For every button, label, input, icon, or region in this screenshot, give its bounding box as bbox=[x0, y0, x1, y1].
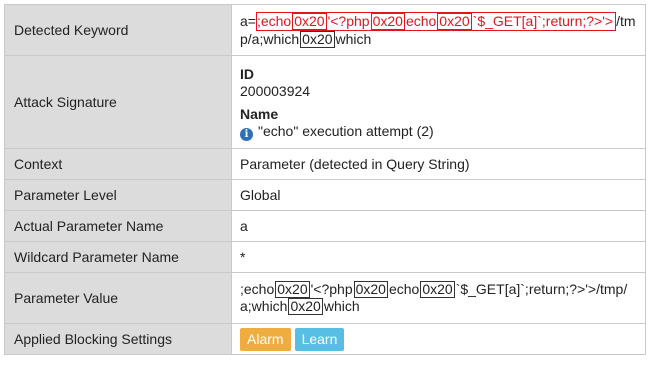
signature-id-value: 200003924 bbox=[240, 82, 311, 99]
space-code-box: 0x20 bbox=[292, 13, 327, 30]
keyword-suffix: which bbox=[335, 31, 372, 47]
value-attack-signature: ID 200003924 Name i "echo" execution atte… bbox=[231, 55, 646, 149]
value-segment: echo bbox=[388, 281, 420, 297]
value-wildcard-parameter-name: * bbox=[231, 241, 646, 273]
value-segment: which bbox=[323, 298, 360, 314]
signature-name-value: "echo" execution attempt (2) bbox=[258, 122, 434, 139]
label-parameter-level: Parameter Level bbox=[4, 179, 232, 211]
row-context: Context Parameter (detected in Query Str… bbox=[4, 148, 646, 180]
signature-name-line: i "echo" execution attempt (2) bbox=[240, 123, 637, 141]
signature-name-block: Name i "echo" execution attempt (2) bbox=[240, 106, 637, 141]
value-segment: ;echo bbox=[240, 281, 275, 297]
signature-id-block: ID 200003924 bbox=[240, 64, 637, 100]
space-code-box: 0x20 bbox=[275, 281, 310, 298]
value-applied-blocking-settings: Alarm Learn bbox=[231, 323, 646, 355]
keyword-segment: '<?php bbox=[327, 13, 370, 29]
keyword-prefix: a= bbox=[240, 13, 256, 29]
row-applied-blocking-settings: Applied Blocking Settings Alarm Learn bbox=[4, 323, 646, 355]
value-detected-keyword: a=;echo 0x20 '<?php 0x20 echo 0x20 `$_GET[a]`;… bbox=[231, 4, 646, 56]
row-parameter-level: Parameter Level Global bbox=[4, 179, 646, 211]
alarm-button[interactable]: Alarm bbox=[240, 327, 291, 351]
space-code-box: 0x20 bbox=[437, 13, 472, 30]
signature-name-title: Name bbox=[240, 105, 279, 122]
space-code-box: 0x20 bbox=[288, 298, 323, 315]
value-actual-parameter-name: a bbox=[231, 210, 646, 242]
signature-id-title: ID bbox=[240, 65, 254, 82]
label-detected-keyword: Detected Keyword bbox=[4, 4, 232, 56]
row-wildcard-parameter-name: Wildcard Parameter Name * bbox=[4, 241, 646, 273]
label-actual-parameter-name: Actual Parameter Name bbox=[4, 210, 232, 242]
request-details-table: Detected Keyword a=;echo 0x20 '<?php 0x20 ec… bbox=[4, 4, 646, 355]
value-segment: '<?php bbox=[310, 281, 353, 297]
keyword-highlight: ;echo 0x20 '<?php 0x20 echo 0x20 `$_GET[a]`;re… bbox=[255, 12, 617, 31]
row-detected-keyword: Detected Keyword a=;echo 0x20 '<?php 0x20 ec… bbox=[4, 4, 646, 56]
label-attack-signature: Attack Signature bbox=[4, 55, 232, 149]
label-context: Context bbox=[4, 148, 232, 180]
row-attack-signature: Attack Signature ID 200003924 Name i "ech… bbox=[4, 55, 646, 149]
label-parameter-value: Parameter Value bbox=[4, 272, 232, 324]
label-wildcard-parameter-name: Wildcard Parameter Name bbox=[4, 241, 232, 273]
space-code-box: 0x20 bbox=[300, 31, 335, 48]
label-applied-blocking-settings: Applied Blocking Settings bbox=[4, 323, 232, 355]
info-icon[interactable]: i bbox=[240, 127, 253, 141]
row-actual-parameter-name: Actual Parameter Name a bbox=[4, 210, 646, 242]
keyword-segment: `$_GET[a]`;return;?>'> bbox=[472, 13, 614, 29]
space-code-box: 0x20 bbox=[353, 281, 388, 298]
row-parameter-value: Parameter Value ;echo 0x20 '<?php 0x20 echo 0… bbox=[4, 272, 646, 324]
value-parameter-level: Global bbox=[231, 179, 646, 211]
value-parameter-value: ;echo 0x20 '<?php 0x20 echo 0x20 `$_GET[a]`;re… bbox=[231, 272, 646, 324]
keyword-segment: echo bbox=[405, 13, 437, 29]
value-context: Parameter (detected in Query String) bbox=[231, 148, 646, 180]
learn-button[interactable]: Learn bbox=[294, 327, 345, 351]
space-code-box: 0x20 bbox=[420, 281, 455, 298]
keyword-segment: ;echo bbox=[256, 13, 292, 29]
space-code-box: 0x20 bbox=[370, 13, 405, 30]
